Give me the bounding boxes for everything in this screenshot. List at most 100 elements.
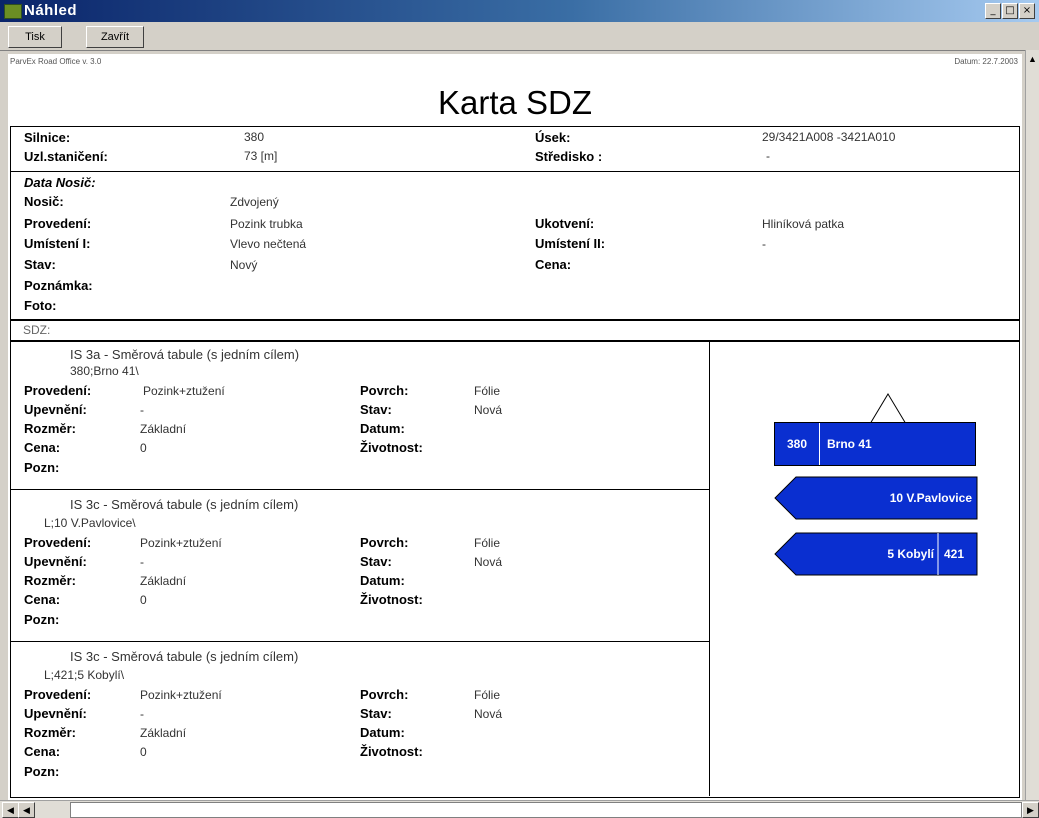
stredisko-label: Středisko : bbox=[535, 149, 603, 164]
toolbar: Tisk Zavřít bbox=[0, 22, 1039, 51]
provedeni-value: Pozink+ztužení bbox=[140, 688, 222, 702]
sdz-item-title: IS 3c - Směrová tabule (s jedním cílem) bbox=[70, 649, 299, 664]
provedeni-label: Provedení: bbox=[24, 216, 92, 231]
close-preview-button[interactable]: Zavřít bbox=[86, 26, 144, 48]
rozmer-value: Základní bbox=[140, 726, 187, 740]
sdz-label: SDZ: bbox=[23, 323, 51, 337]
cena-label: Cena: bbox=[24, 440, 61, 455]
usek-value: 29/3421A008 -3421A010 bbox=[762, 130, 896, 144]
window-titlebar: Náhled _ □ × bbox=[0, 0, 1039, 22]
povrch-value: Fólie bbox=[474, 536, 501, 550]
umisteni2-label: Umístení II: bbox=[535, 236, 606, 251]
divider bbox=[10, 171, 1020, 172]
datum-label: Datum: bbox=[360, 573, 405, 588]
povrch-label: Povrch: bbox=[360, 383, 409, 398]
minimize-button[interactable]: _ bbox=[985, 3, 1001, 19]
umisteni1-label: Umístení I: bbox=[24, 236, 91, 251]
foto-label: Foto: bbox=[24, 298, 57, 313]
zivotnost-label: Životnost: bbox=[360, 592, 423, 607]
maximize-button[interactable]: □ bbox=[1002, 3, 1018, 19]
nosic-value: Zdvojený bbox=[230, 195, 279, 209]
cena-label: Cena: bbox=[24, 744, 61, 759]
stav-label: Stav: bbox=[360, 554, 392, 569]
sdz-item-subtitle: L;421;5 Kobylí\ bbox=[44, 668, 125, 682]
scroll-up-icon[interactable]: ▲ bbox=[1028, 54, 1037, 64]
stav-label: Stav: bbox=[360, 402, 392, 417]
scroll-left-button[interactable]: ◀ bbox=[2, 802, 19, 818]
stav-value: Nový bbox=[230, 258, 258, 272]
sign-destination: 10 V.Pavlovice bbox=[889, 491, 972, 505]
report-page: ParvEx Road Office v. 3.0 Datum: 22.7.20… bbox=[8, 54, 1022, 800]
uzl-label: Uzl.staničení: bbox=[24, 149, 108, 164]
rozmer-value: Základní bbox=[140, 422, 187, 436]
print-button[interactable]: Tisk bbox=[8, 26, 62, 48]
silnice-value: 380 bbox=[244, 130, 265, 144]
cena-value: 0 bbox=[140, 593, 147, 607]
scroll-thumb[interactable] bbox=[70, 802, 1022, 818]
provedeni-label: Provedení: bbox=[24, 687, 92, 702]
pozn-label: Pozn: bbox=[24, 764, 60, 779]
stav-value: Nová bbox=[474, 403, 503, 417]
upevneni-value: - bbox=[140, 403, 144, 417]
rozmer-label: Rozměr: bbox=[24, 725, 77, 740]
sdz-item-title: IS 3c - Směrová tabule (s jedním cílem) bbox=[70, 497, 299, 512]
sdz-item-title: IS 3a - Směrová tabule (s jedním cílem) bbox=[70, 347, 300, 362]
stav-value: Nová bbox=[474, 555, 503, 569]
header-box bbox=[10, 126, 1020, 321]
item-divider bbox=[10, 489, 710, 490]
upevneni-value: - bbox=[140, 555, 144, 569]
vertical-scrollbar[interactable]: ▲ bbox=[1025, 50, 1039, 800]
horizontal-scrollbar[interactable]: ◀ ◀ ▶ bbox=[0, 800, 1039, 818]
sign-brno: 380 Brno 41 bbox=[774, 422, 976, 466]
window-title: Náhled bbox=[24, 2, 78, 19]
poznamka-label: Poznámka: bbox=[24, 278, 93, 293]
silnice-label: Silnice: bbox=[24, 130, 71, 145]
datum-label: Datum: bbox=[360, 725, 405, 740]
sdz-item-subtitle: 380;Brno 41\ bbox=[70, 364, 139, 378]
upevneni-label: Upevnění: bbox=[24, 402, 87, 417]
rozmer-value: Základní bbox=[140, 574, 187, 588]
usek-label: Úsek: bbox=[535, 130, 571, 145]
rozmer-label: Rozměr: bbox=[24, 421, 77, 436]
sign-destination: Brno 41 bbox=[827, 437, 872, 451]
ukotveni-value: Hliníková patka bbox=[762, 217, 845, 231]
item-divider bbox=[10, 641, 710, 642]
close-button[interactable]: × bbox=[1019, 3, 1035, 19]
nosic-label: Nosič: bbox=[24, 194, 64, 209]
stav-label: Stav: bbox=[360, 706, 392, 721]
page-title: Karta SDZ bbox=[437, 84, 593, 121]
rozmer-label: Rozměr: bbox=[24, 573, 77, 588]
data-nosic-label: Data Nosič: bbox=[24, 175, 96, 190]
column-divider bbox=[709, 341, 710, 796]
provedeni-value: Pozink trubka bbox=[230, 217, 303, 231]
pozn-label: Pozn: bbox=[24, 460, 60, 475]
povrch-value: Fólie bbox=[474, 384, 501, 398]
sdz-bar bbox=[10, 319, 1020, 342]
report-header-left: ParvEx Road Office v. 3.0 bbox=[10, 57, 102, 66]
povrch-value: Fólie bbox=[474, 688, 501, 702]
sign-road-number: 380 bbox=[787, 437, 808, 451]
sign-divider bbox=[819, 423, 820, 465]
scroll-right-button[interactable]: ▶ bbox=[1022, 802, 1039, 818]
stav-value: Nová bbox=[474, 707, 503, 721]
ukotveni-label: Ukotvení: bbox=[535, 216, 595, 231]
stredisko-value: - bbox=[766, 149, 770, 163]
datum-label: Datum: bbox=[360, 421, 405, 436]
cena-value: 0 bbox=[140, 441, 147, 455]
uzl-value: 73 [m] bbox=[244, 149, 278, 163]
zivotnost-label: Životnost: bbox=[360, 744, 423, 759]
report-header-date: Datum: 22.7.2003 bbox=[954, 57, 1018, 66]
povrch-label: Povrch: bbox=[360, 687, 409, 702]
cena-value: 0 bbox=[140, 745, 147, 759]
sign-road-number: 421 bbox=[944, 547, 965, 561]
cena-label: Cena: bbox=[535, 257, 572, 272]
stav-label: Stav: bbox=[24, 257, 56, 272]
povrch-label: Povrch: bbox=[360, 535, 409, 550]
upevneni-label: Upevnění: bbox=[24, 554, 87, 569]
scroll-left-icon[interactable]: ◀ bbox=[18, 802, 35, 818]
cena-label: Cena: bbox=[24, 592, 61, 607]
provedeni-label: Provedení: bbox=[24, 383, 92, 398]
provedeni-label: Provedení: bbox=[24, 535, 92, 550]
umisteni2-value: - bbox=[762, 237, 766, 251]
provedeni-value: Pozink+ztužení bbox=[140, 536, 222, 550]
